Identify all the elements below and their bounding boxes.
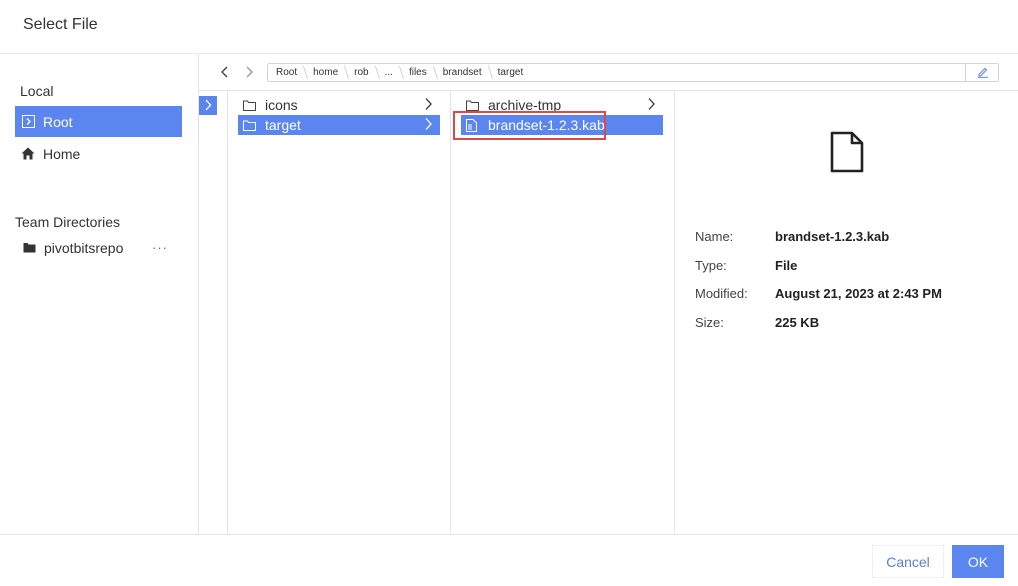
breadcrumb-rob[interactable]: rob (346, 64, 376, 81)
detail-modified-label: Modified: (695, 286, 748, 301)
folder-icon (20, 242, 38, 253)
detail-modified-value: August 21, 2023 at 2:43 PM (775, 286, 942, 301)
sidebar-item-home[interactable]: Home (15, 138, 182, 169)
pencil-icon (977, 65, 989, 81)
sidebar-item-label: Home (43, 145, 81, 162)
breadcrumb-ellipsis[interactable]: ... (377, 64, 401, 81)
sidebar: Local Root Home Team Directories pivotbi… (0, 54, 198, 534)
detail-name-value: brandset-1.2.3.kab (775, 229, 890, 244)
detail-size-value: 225 KB (775, 315, 820, 330)
detail-type-label: Type: (695, 258, 727, 273)
breadcrumb-target[interactable]: target (490, 64, 532, 81)
breadcrumb-files[interactable]: files (401, 64, 435, 81)
chevron-right-icon (647, 97, 656, 111)
column-divider (674, 91, 675, 534)
back-button[interactable] (215, 62, 235, 82)
folder-outline-icon (243, 100, 259, 111)
forward-button[interactable] (239, 62, 259, 82)
chevron-right-icon (424, 117, 433, 131)
edit-path-button[interactable] (965, 63, 999, 82)
document-icon (830, 131, 864, 176)
ok-button[interactable]: OK (952, 545, 1004, 578)
chevron-right-icon (204, 98, 212, 114)
local-section-label: Local (20, 83, 54, 99)
sidebar-item-label: Root (43, 113, 73, 130)
column-divider (450, 91, 451, 534)
sidebar-item-label: pivotbitsrepo (44, 239, 124, 256)
detail-size-label: Size: (695, 315, 724, 330)
expand-sidebar-button[interactable] (199, 96, 217, 115)
list-item-label: icons (265, 97, 298, 113)
list-item-label: archive-tmp (488, 97, 562, 113)
more-options-icon[interactable]: ··· (152, 240, 168, 255)
detail-name-label: Name: (695, 229, 734, 244)
chevron-right-icon (19, 115, 37, 128)
sidebar-item-pivotbitsrepo[interactable]: pivotbitsrepo ··· (15, 232, 190, 263)
list-item-label: brandset-1.2.3.kab (488, 117, 605, 133)
list-item-target[interactable]: target (238, 115, 440, 135)
chevron-right-icon (424, 97, 433, 111)
cancel-button[interactable]: Cancel (872, 545, 944, 578)
footer-divider (0, 534, 1018, 535)
list-item-archive-tmp[interactable]: archive-tmp (461, 95, 663, 115)
breadcrumb: Root home rob ... files brandset target (267, 63, 999, 82)
dialog-title: Select File (23, 16, 98, 33)
home-icon (19, 147, 37, 160)
list-item-brandset-kab[interactable]: brandset-1.2.3.kab (461, 115, 663, 135)
breadcrumb-home[interactable]: home (305, 64, 346, 81)
team-directories-label: Team Directories (15, 214, 121, 230)
toolbar-divider (198, 90, 1018, 91)
breadcrumb-root[interactable]: Root (268, 64, 305, 81)
column-divider (227, 91, 228, 534)
detail-type-value: File (775, 258, 798, 273)
sidebar-item-root[interactable]: Root (15, 106, 182, 137)
folder-outline-icon (243, 120, 259, 131)
sidebar-divider (198, 54, 199, 534)
file-icon (466, 118, 482, 132)
list-item-label: target (265, 117, 301, 133)
breadcrumb-brandset[interactable]: brandset (435, 64, 490, 81)
folder-outline-icon (466, 100, 482, 111)
list-item-icons[interactable]: icons (238, 95, 440, 115)
